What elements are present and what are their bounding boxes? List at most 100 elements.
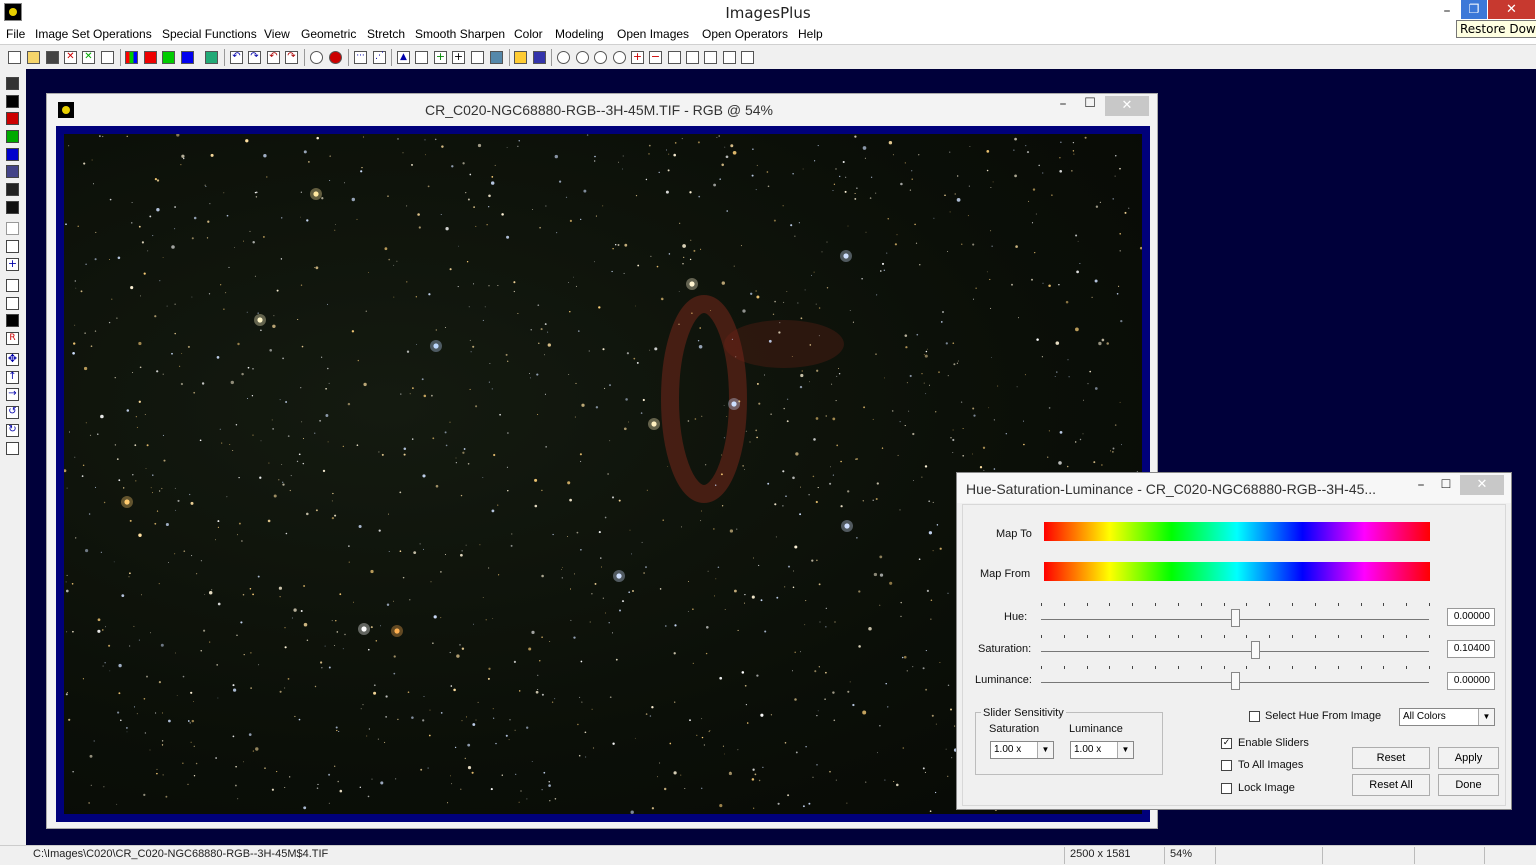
hue-value-field[interactable]: 0.00000: [1447, 608, 1495, 626]
close-button[interactable]: ✕: [1488, 0, 1535, 19]
menu-special-functions[interactable]: Special Functions: [162, 27, 257, 41]
crosshair-icon[interactable]: +: [452, 51, 465, 64]
menu-color[interactable]: Color: [514, 27, 543, 41]
black-point-icon[interactable]: [6, 314, 19, 327]
new-file-icon[interactable]: [8, 51, 21, 64]
image-info-icon[interactable]: [490, 51, 503, 64]
chevron-down-icon[interactable]: ▼: [1478, 709, 1494, 725]
frame-4-icon[interactable]: [723, 51, 736, 64]
reset-all-button[interactable]: Reset All: [1352, 774, 1430, 796]
histogram-icon[interactable]: ⋰: [373, 51, 386, 64]
lock-image-checkbox[interactable]: [1221, 783, 1232, 794]
menu-view[interactable]: View: [264, 27, 290, 41]
brush-tool-icon[interactable]: [6, 222, 19, 235]
save-icon[interactable]: [46, 51, 59, 64]
crop-tool-icon[interactable]: R: [6, 332, 19, 345]
matrix-icon[interactable]: [533, 51, 546, 64]
rotate-right-icon[interactable]: ↻: [6, 424, 19, 437]
saturation-slider[interactable]: [1041, 651, 1429, 652]
apply-button[interactable]: Apply: [1438, 747, 1499, 769]
dotted-line-icon[interactable]: ···: [354, 51, 367, 64]
image-window-minimize-button[interactable]: –: [1052, 96, 1074, 112]
menu-modeling[interactable]: Modeling: [555, 27, 604, 41]
select-hue-from-image-checkbox[interactable]: [1249, 711, 1260, 722]
mask-red-icon[interactable]: [329, 51, 342, 64]
undo-all-icon[interactable]: ↶: [267, 51, 280, 64]
green-channel-icon[interactable]: [162, 51, 175, 64]
minimize-button[interactable]: –: [1433, 0, 1461, 22]
add-frame-icon[interactable]: +: [631, 51, 644, 64]
frame-3-icon[interactable]: [704, 51, 717, 64]
chevron-down-icon[interactable]: ▼: [1117, 742, 1133, 758]
menu-open-images[interactable]: Open Images: [617, 27, 689, 41]
rotate-left-icon[interactable]: ↺: [6, 406, 19, 419]
frame-2-icon[interactable]: [686, 51, 699, 64]
layer-tool-icon[interactable]: [6, 183, 19, 196]
enable-sliders-checkbox[interactable]: ✓: [1221, 738, 1232, 749]
menu-geometric[interactable]: Geometric: [301, 27, 356, 41]
remove-frame-icon[interactable]: −: [649, 51, 662, 64]
luminance-slider-thumb[interactable]: [1231, 672, 1240, 690]
blue-channel-icon[interactable]: [181, 51, 194, 64]
rect-select-icon[interactable]: [6, 279, 19, 292]
hsl-minimize-button[interactable]: –: [1412, 477, 1430, 493]
blue-tool-icon[interactable]: [6, 148, 19, 161]
levels-tool-icon[interactable]: [6, 297, 19, 310]
saturation-sensitivity-select[interactable]: 1.00 x ▼: [990, 741, 1054, 759]
menu-stretch[interactable]: Stretch: [367, 27, 405, 41]
menu-open-operators[interactable]: Open Operators: [702, 27, 788, 41]
undo-icon[interactable]: ↶: [230, 51, 243, 64]
open-folder-icon[interactable]: [27, 51, 40, 64]
mask-icon[interactable]: [310, 51, 323, 64]
frame-5-icon[interactable]: [741, 51, 754, 64]
image-window-maximize-button[interactable]: ☐: [1079, 96, 1101, 111]
done-button[interactable]: Done: [1438, 774, 1499, 796]
hsl-close-button[interactable]: ✕: [1460, 475, 1504, 495]
measure-icon[interactable]: [415, 51, 428, 64]
saturation-slider-thumb[interactable]: [1251, 641, 1261, 659]
save-tool-icon[interactable]: [6, 77, 19, 90]
mask-tool-icon[interactable]: [6, 201, 19, 214]
redo-icon[interactable]: ↷: [248, 51, 261, 64]
image-window-close-button[interactable]: ✕: [1105, 96, 1149, 116]
restore-button[interactable]: ❐: [1461, 0, 1487, 19]
crosshair-plus-icon[interactable]: +: [434, 51, 447, 64]
print-icon[interactable]: [101, 51, 114, 64]
selection-grid-icon[interactable]: [471, 51, 484, 64]
arrow-up-icon[interactable]: ↑: [6, 371, 19, 384]
zoom-fit-icon[interactable]: [594, 51, 607, 64]
move-tool-icon[interactable]: ✥: [6, 353, 19, 366]
saturation-value-field[interactable]: 0.10400: [1447, 640, 1495, 658]
color-filter-select[interactable]: All Colors ▼: [1399, 708, 1495, 726]
transform-tool-icon[interactable]: [6, 442, 19, 455]
map-from-color-bar[interactable]: [1044, 562, 1430, 581]
red-tool-icon[interactable]: [6, 112, 19, 125]
close-all-icon[interactable]: ✕: [82, 51, 95, 64]
redo-all-icon[interactable]: ↷: [285, 51, 298, 64]
menu-help[interactable]: Help: [798, 27, 823, 41]
black-tool-icon[interactable]: [6, 95, 19, 108]
hsl-dialog-titlebar[interactable]: Hue-Saturation-Luminance - CR_C020-NGC68…: [957, 473, 1511, 503]
zoom-in-icon[interactable]: [557, 51, 570, 64]
triangle-tool-icon[interactable]: ▲: [397, 51, 410, 64]
luminance-sensitivity-select[interactable]: 1.00 x ▼: [1070, 741, 1134, 759]
menu-file[interactable]: File: [6, 27, 25, 41]
rgb-channels-icon[interactable]: [125, 51, 138, 64]
hsl-dialog[interactable]: Hue-Saturation-Luminance - CR_C020-NGC68…: [956, 472, 1512, 810]
frame-1-icon[interactable]: [668, 51, 681, 64]
menu-image-set-operations[interactable]: Image Set Operations: [35, 27, 152, 41]
crosshair-tool-icon[interactable]: +: [6, 258, 19, 271]
chevron-down-icon[interactable]: ▼: [1037, 742, 1053, 758]
zoom-actual-icon[interactable]: [613, 51, 626, 64]
red-channel-icon[interactable]: [144, 51, 157, 64]
line-tool-icon[interactable]: [6, 240, 19, 253]
reset-button[interactable]: Reset: [1352, 747, 1430, 769]
green-tool-icon[interactable]: [6, 130, 19, 143]
grid-view-icon[interactable]: [205, 51, 218, 64]
luminance-value-field[interactable]: 0.00000: [1447, 672, 1495, 690]
hsl-maximize-button[interactable]: ☐: [1437, 477, 1455, 491]
hue-slider-thumb[interactable]: [1231, 609, 1240, 627]
arrow-right-icon[interactable]: →: [6, 388, 19, 401]
pencil-icon[interactable]: [514, 51, 527, 64]
menu-smooth-sharpen[interactable]: Smooth Sharpen: [415, 27, 505, 41]
